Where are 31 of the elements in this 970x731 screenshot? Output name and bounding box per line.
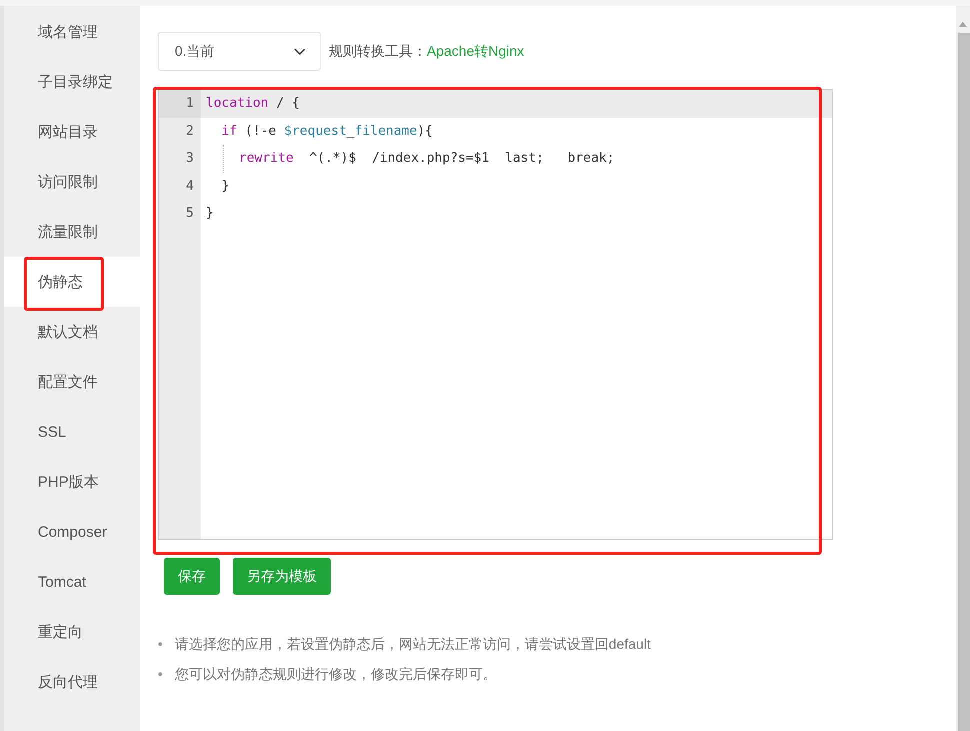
code-line: rewrite ^(.*)$ /index.php?s=$1 last; break;: [201, 145, 832, 172]
sidebar-item[interactable]: PHP版本: [4, 457, 140, 507]
sidebar-item[interactable]: Composer: [4, 507, 140, 557]
help-note: 请选择您的应用，若设置伪静态后，网站无法正常访问，请尝试设置回default: [174, 634, 651, 654]
bullet: •: [158, 634, 163, 654]
code-line: }: [205, 205, 215, 223]
bullet: •: [158, 664, 163, 684]
sidebar-item[interactable]: 域名管理: [4, 7, 140, 57]
sidebar-item[interactable]: 网站目录: [4, 107, 140, 157]
line-number: 4: [185, 178, 195, 196]
scrollbar[interactable]: [956, 6, 970, 731]
sidebar-item[interactable]: SSL: [4, 407, 140, 457]
line-number: 5: [185, 205, 195, 223]
sidebar-item[interactable]: 默认文档: [4, 307, 140, 357]
help-note: 您可以对伪静态规则进行修改，修改完后保存即可。: [174, 664, 497, 684]
sidebar-item[interactable]: 配置文件: [4, 357, 140, 407]
line-number: 2: [185, 122, 195, 140]
scrollbar-thumb[interactable]: [958, 33, 970, 731]
code-line: }: [220, 178, 230, 196]
scroll-up-icon[interactable]: [959, 22, 967, 27]
tool-label: 规则转换工具：: [329, 42, 427, 58]
line-number: 3: [185, 150, 195, 168]
version-select[interactable]: 0.当前: [158, 32, 321, 71]
sidebar-item[interactable]: 反向代理: [4, 657, 140, 707]
sidebar-item[interactable]: Tomcat: [4, 557, 140, 607]
sidebar-item[interactable]: 重定向: [4, 607, 140, 657]
line-number: 1: [159, 90, 201, 118]
code-line: if (!-e $request_filename){: [220, 122, 434, 140]
sidebar-item[interactable]: 访问限制: [4, 157, 140, 207]
sidebar-item[interactable]: 子目录绑定: [4, 57, 140, 107]
sidebar-item[interactable]: 流量限制: [4, 207, 140, 257]
